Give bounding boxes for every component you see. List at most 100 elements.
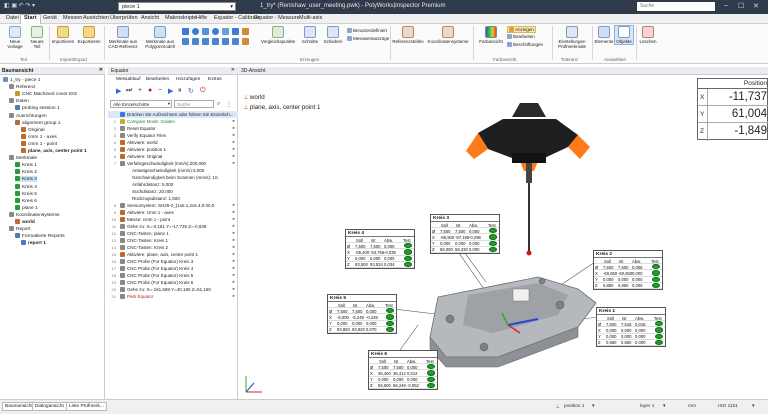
step-row[interactable]: Antastgeschwindigkeit (mm/s):3,000 xyxy=(108,167,238,174)
play-icon[interactable]: ▶ xyxy=(168,87,173,95)
step-row[interactable]: 4 Aktiviere: world ▸ xyxy=(108,139,238,146)
step-row[interactable]: 11 Gehe zu: X=-0,161 Y=-17,725 Z=-0,939 ▸ xyxy=(108,223,238,230)
iso-status[interactable]: ISO 1101 xyxy=(718,404,738,409)
surface-point-tool-icon[interactable] xyxy=(242,28,249,35)
plane-tool-icon[interactable] xyxy=(182,28,189,35)
objects-button[interactable]: Objekte xyxy=(614,25,634,45)
layer-status[interactable]: layer 1 xyxy=(640,404,654,409)
color-view-button[interactable]: Farbansicht xyxy=(476,26,506,44)
step-forward-icon[interactable]: ▶ xyxy=(116,87,121,95)
step-filter-select[interactable]: Alle Einzelschritte ▾ xyxy=(110,100,172,108)
menu-item[interactable]: Hilfe xyxy=(193,15,210,21)
tree-item[interactable]: Kreis 4 xyxy=(15,183,37,190)
quick-access-icons[interactable]: ◧ ▣ ↶ ↷ ▾ xyxy=(4,2,35,9)
step-row[interactable]: 5 Aktiviere: position 1 ▸ xyxy=(108,146,238,153)
cylinder-tool-icon[interactable] xyxy=(202,28,209,35)
step-row[interactable]: Drücken Sie Aufzeichnen oder führen Sie … xyxy=(108,111,238,118)
tree-item[interactable]: Referenz xyxy=(9,84,35,90)
tree-item[interactable]: Merkmale xyxy=(9,155,37,161)
feature-tag-kreis5[interactable]: Kreis 5 Soll Ist Abw. Test Ø 7,500 7,500 0,000 X -… xyxy=(327,294,397,334)
step-row[interactable]: Suchdistanz: 20,000 xyxy=(108,188,238,195)
step-row[interactable]: 20 Gehe zu: X=-161,669 Y=40,190 Z=51,160 ▸ xyxy=(108,286,238,293)
step-menu-icon[interactable]: ▸ xyxy=(233,160,235,166)
edge-point-tool-icon[interactable] xyxy=(242,38,249,45)
coordinate-systems-button[interactable]: Koordinatensysteme xyxy=(425,26,471,44)
step-row[interactable]: 1 Compare Mode: Golden ▸ xyxy=(108,118,238,125)
menu-item[interactable]: Equator - Measure xyxy=(251,15,303,21)
step-search-input[interactable]: Suche xyxy=(174,100,214,108)
polygon-tool-icon[interactable] xyxy=(212,38,219,45)
step-row[interactable]: 7 Verfahrgeschwindigkeit (mm/s):200,000 ▸ xyxy=(108,160,238,167)
step-row[interactable]: 17 CNC Probe (For Equator) Kreis 4 ▸ xyxy=(108,265,238,272)
step-row[interactable]: Geschwindigkeit beim Scannen (mm/s): 10, xyxy=(108,174,238,181)
features-poly-button[interactable]: Merkmale aus Polygonmodell xyxy=(142,26,178,49)
import-button[interactable]: Importieren xyxy=(50,26,76,44)
feature-tag-kreis4[interactable]: Kreis 4 Soll Ist Abw. Test Ø 7,500 7,500 0,000 X -… xyxy=(345,229,415,269)
sections-button[interactable]: Schnitte xyxy=(299,26,321,44)
sphere-tool-icon[interactable] xyxy=(212,28,219,35)
minimize-icon[interactable]: – xyxy=(724,2,728,9)
menu-item[interactable]: Start xyxy=(20,14,41,24)
step-menu-icon[interactable]: ▸ xyxy=(233,216,235,222)
panel-close-icon[interactable]: ✕ xyxy=(231,67,235,73)
pause-icon[interactable]: ⏸ xyxy=(178,87,182,95)
tree-item[interactable]: alignment group 1 xyxy=(15,119,60,126)
panel-close-icon[interactable]: ✕ xyxy=(99,67,103,73)
tree-item[interactable]: Kreis 2 xyxy=(15,169,37,175)
step-menu-icon[interactable]: ▸ xyxy=(233,293,235,299)
inspection-settings-button[interactable]: Einstellungen Prüfmerkmale xyxy=(554,26,590,49)
add-icon[interactable]: + xyxy=(138,87,142,94)
edit-button[interactable]: Bearbeiten xyxy=(507,34,535,40)
export-button[interactable]: Exportieren xyxy=(76,26,102,44)
step-menu-icon[interactable]: ▸ xyxy=(233,125,235,131)
search-input[interactable]: Suche xyxy=(637,2,715,11)
ellipse-tool-icon[interactable] xyxy=(232,38,239,45)
close-icon[interactable]: ✕ xyxy=(753,2,759,10)
step-row[interactable]: 9 Aktiviere: cmm 1 - axes ▸ xyxy=(108,209,238,216)
step-row[interactable]: 16 CNC Probe (For Equator) Kreis 3 ▸ xyxy=(108,258,238,265)
step-icon[interactable]: ⏭ xyxy=(126,87,132,95)
record-icon[interactable]: ● xyxy=(148,87,152,94)
tree-item[interactable]: Kreis 1 xyxy=(15,162,37,168)
elements-button[interactable]: Elemente xyxy=(594,26,614,44)
step-menu-icon[interactable]: ▸ xyxy=(233,272,235,278)
step-menu-icon[interactable]: ▸ xyxy=(233,258,235,264)
step-row[interactable]: Rückzugsdistanz: 1,500 xyxy=(108,195,238,202)
search-icon[interactable]: ⌕ xyxy=(217,101,220,108)
tab-hinzufugen[interactable]: Hinzufügen xyxy=(176,77,200,82)
tree-item[interactable]: Report xyxy=(9,226,30,232)
step-menu-icon[interactable]: ▸ xyxy=(233,251,235,257)
unit-status[interactable]: mm xyxy=(688,404,696,409)
tree-item[interactable]: plane, axis, center point 1 xyxy=(21,148,87,154)
tree-item[interactable]: report 1 xyxy=(21,240,46,246)
minus-icon[interactable]: − xyxy=(158,87,162,94)
step-menu-icon[interactable]: ▸ xyxy=(233,279,235,285)
new-template-button[interactable]: Neue Vorlage xyxy=(4,26,26,49)
step-menu-icon[interactable]: ▸ xyxy=(233,209,235,215)
rectangle-tool-icon[interactable] xyxy=(202,38,209,45)
tree-item[interactable]: probing session 1 xyxy=(15,105,60,111)
feature-tag-kreis1[interactable]: Kreis 1 Soll Ist Abw. Test Ø 7,500 7,516 0,016 X 0… xyxy=(596,307,666,347)
step-menu-icon[interactable]: ▸ xyxy=(233,139,235,145)
maximize-icon[interactable]: ☐ xyxy=(738,2,744,10)
step-menu-icon[interactable]: ▸ xyxy=(233,286,235,292)
tree-item[interactable]: cmm 1 - axes xyxy=(21,133,57,140)
circle-tool-icon[interactable] xyxy=(192,28,199,35)
tab-bearbeiten[interactable]: Bearbeiten xyxy=(146,77,169,82)
tree-item[interactable]: cmm 1 - point xyxy=(21,140,57,147)
position-status[interactable]: position 1 xyxy=(564,404,585,409)
step-row[interactable]: 21 Park Equator ▸ xyxy=(108,293,238,300)
line-tool-icon[interactable] xyxy=(232,28,239,35)
step-menu-icon[interactable]: ▸ xyxy=(233,230,235,236)
measurement-extracts-button[interactable]: Messwertauszüge xyxy=(347,36,389,42)
step-row[interactable]: 19 CNC Probe (For Equator) Kreis 6 ▸ xyxy=(108,279,238,286)
step-row[interactable]: 3 Verify Equator Files ▸ xyxy=(108,132,238,139)
step-row[interactable]: 12 CNC-Tasten: plane 1 ▸ xyxy=(108,230,238,237)
step-row[interactable]: 13 CNC-Tasten: Kreis 1 ▸ xyxy=(108,237,238,244)
3d-view[interactable]: 3D-Ansicht ⟂ world ⟂ plane, axis, center… xyxy=(238,67,768,399)
step-menu-icon[interactable]: ▸ xyxy=(233,146,235,152)
step-menu-icon[interactable]: ▸ xyxy=(233,237,235,243)
step-menu-icon[interactable]: ▸ xyxy=(233,265,235,271)
step-row[interactable]: 8 Sensorsystem: SH25-2_(1x5.1,2x5.4,0.00,… xyxy=(108,202,238,209)
delete-button[interactable]: Löschen xyxy=(638,26,658,44)
